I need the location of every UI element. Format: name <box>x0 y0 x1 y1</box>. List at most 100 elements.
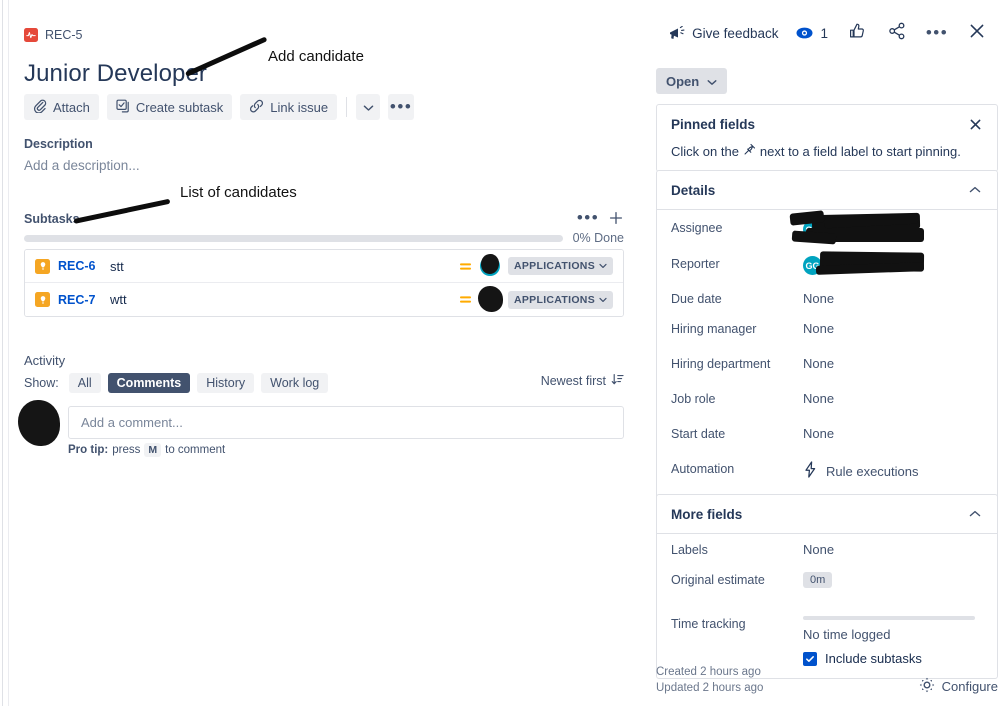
time-tracking-value: No time logged <box>803 627 891 642</box>
tip-prefix: Pro tip: <box>68 444 109 456</box>
action-divider <box>346 97 348 117</box>
link-issue-button[interactable]: Link issue <box>240 94 338 120</box>
time-tracking-bar <box>803 616 975 620</box>
automation-link[interactable]: Rule executions <box>826 464 919 479</box>
field-value: None <box>803 542 835 557</box>
field-labels[interactable]: Labels None <box>657 534 997 570</box>
candidate-icon <box>35 258 50 274</box>
status-badge-label: APPLICATIONS <box>514 260 595 272</box>
tip-press: press <box>112 444 141 456</box>
field-due-date[interactable]: Due date None <box>657 284 997 319</box>
table-row[interactable]: REC-6 stt APPLICATIONS <box>25 250 623 283</box>
priority-medium-icon[interactable] <box>458 259 472 273</box>
pinned-hint-before: Click on the <box>671 143 739 159</box>
issue-more-menu-button[interactable]: ••• <box>388 94 415 120</box>
chevron-down-icon <box>363 100 374 115</box>
subtask-summary[interactable]: stt <box>110 259 458 274</box>
field-start-date[interactable]: Start date None <box>657 424 997 459</box>
activity-filters: Show: All Comments History Work log <box>24 373 329 393</box>
show-label: Show: <box>24 376 59 390</box>
comment-pro-tip: Pro tip: press M to comment <box>68 443 624 457</box>
created-timestamp: Created 2 hours ago <box>656 666 761 678</box>
avatar[interactable] <box>18 400 60 446</box>
field-hiring-department[interactable]: Hiring department None <box>657 354 997 389</box>
subtask-list: REC-6 stt APPLICATIONS REC-7 wtt APPLICA… <box>24 249 624 317</box>
field-value: 0m <box>803 570 983 588</box>
priority-medium-icon[interactable] <box>458 293 472 307</box>
chevron-up-icon[interactable] <box>967 182 983 198</box>
sort-label: Newest first <box>540 374 606 388</box>
chevron-down-icon <box>599 260 607 272</box>
field-label: Assignee <box>671 221 723 235</box>
paperclip-icon <box>33 99 47 116</box>
activity-sort-button[interactable]: Newest first <box>541 373 624 389</box>
status-badge-label: APPLICATIONS <box>514 293 595 306</box>
attach-label: Attach <box>53 99 90 115</box>
status-badge[interactable]: APPLICATIONS <box>508 290 613 309</box>
link-icon <box>249 99 264 116</box>
status-label: Open <box>666 73 700 89</box>
field-hiring-manager[interactable]: Hiring manager None <box>657 319 997 354</box>
subtask-key[interactable]: REC-7 <box>58 293 110 307</box>
pinned-fields-header: Pinned fields <box>657 105 997 143</box>
avatar[interactable] <box>478 285 503 312</box>
field-value: None <box>803 391 835 406</box>
subtask-row-meta: APPLICATIONS <box>458 285 613 312</box>
lightning-bolt-icon <box>803 461 818 481</box>
breadcrumb[interactable]: REC-5 <box>24 28 83 42</box>
subtask-summary[interactable]: wtt <box>110 292 458 307</box>
subtask-icon <box>116 99 130 116</box>
subtasks-label: Subtasks <box>24 212 80 226</box>
field-label: Hiring department <box>671 357 771 371</box>
create-subtask-button[interactable]: Create subtask <box>106 94 233 120</box>
avatar-redaction <box>478 285 503 312</box>
annotation-list-of-candidates: List of candidates <box>180 184 297 201</box>
filter-all[interactable]: All <box>68 373 101 393</box>
table-row[interactable]: REC-7 wtt APPLICATIONS <box>25 283 623 316</box>
filter-comments[interactable]: Comments <box>107 373 191 393</box>
field-original-estimate[interactable]: Original estimate 0m <box>657 570 997 606</box>
subtasks-more-icon[interactable]: ••• <box>577 209 598 226</box>
status-dropdown-button[interactable]: Open <box>656 68 728 94</box>
pinned-fields-card: Pinned fields Click on the next to a fie… <box>656 104 998 172</box>
field-job-role[interactable]: Job role None <box>657 389 997 424</box>
field-label: Start date <box>671 427 726 441</box>
filter-work-log[interactable]: Work log <box>261 373 329 393</box>
breadcrumb-issue-key[interactable]: REC-5 <box>45 28 83 42</box>
close-icon[interactable] <box>967 116 983 132</box>
field-label: Original estimate <box>671 573 765 587</box>
chevron-up-icon[interactable] <box>967 506 983 522</box>
field-label: Automation <box>671 462 735 476</box>
subtask-row-meta: APPLICATIONS <box>458 254 613 276</box>
avatar-redaction <box>481 254 499 274</box>
avatar[interactable] <box>480 254 500 276</box>
configure-label: Configure <box>941 679 998 694</box>
more-fields-header[interactable]: More fields <box>657 495 997 534</box>
details-header[interactable]: Details <box>657 171 997 210</box>
candidate-icon <box>35 292 50 307</box>
field-label: Due date <box>671 292 722 306</box>
comment-box: Pro tip: press M to comment <box>68 406 624 457</box>
updated-timestamp: Updated 2 hours ago <box>656 682 764 694</box>
more-horizontal-icon: ••• <box>389 97 413 116</box>
add-subtask-icon[interactable] <box>608 210 624 226</box>
tip-key: M <box>144 443 162 457</box>
comment-input[interactable] <box>68 406 624 439</box>
pinned-hint-after: next to a field label to start pinning. <box>759 143 961 159</box>
description-label: Description <box>24 137 93 151</box>
configure-button[interactable]: Configure <box>919 677 998 696</box>
field-value: None <box>803 426 835 441</box>
more-fields-card: More fields Labels None Original estimat… <box>656 494 998 679</box>
description-field[interactable]: Add a description... <box>24 158 140 173</box>
subtask-key[interactable]: REC-6 <box>58 259 110 273</box>
chevron-down-icon <box>599 294 607 306</box>
filter-history[interactable]: History <box>197 373 255 393</box>
timestamps: Created 2 hours ago Updated 2 hours ago <box>656 664 763 696</box>
create-subtask-label: Create subtask <box>135 99 224 115</box>
more-action-types-button[interactable] <box>356 94 381 120</box>
page-title: Junior Developer <box>24 60 208 87</box>
attach-button[interactable]: Attach <box>24 94 99 120</box>
details-title: Details <box>671 182 716 198</box>
pin-icon <box>743 143 756 159</box>
status-badge[interactable]: APPLICATIONS <box>508 257 613 275</box>
